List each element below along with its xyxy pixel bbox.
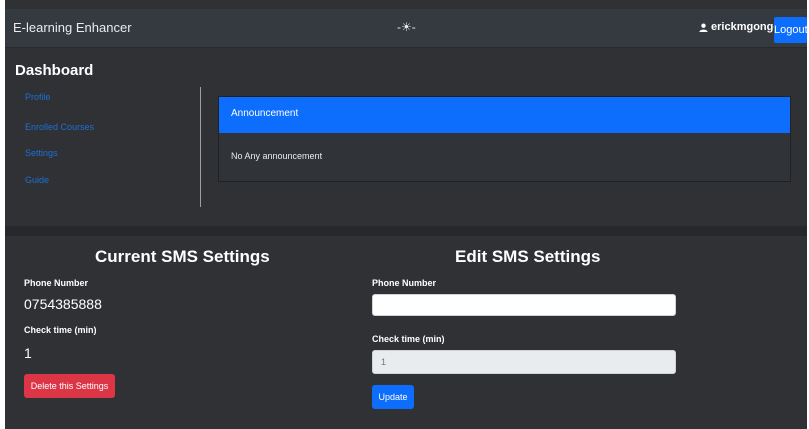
- current-phone-label: Phone Number: [24, 278, 89, 288]
- current-time-label: Check time (min): [24, 325, 97, 335]
- announcement-title: Announcement: [231, 108, 299, 119]
- logout-button[interactable]: Logout: [774, 17, 808, 43]
- sidebar-link-settings[interactable]: Settings: [25, 148, 58, 158]
- edit-sms-title: Edit SMS Settings: [455, 247, 601, 266]
- current-phone-value: 0754385888: [24, 296, 102, 312]
- current-time-value: 1: [24, 345, 32, 361]
- username: erickmgongo: [711, 21, 781, 33]
- section-divider: [5, 226, 807, 236]
- navbar: E-learning Enhancer -☀- erickmgongo Logo…: [5, 9, 808, 48]
- user-icon: [699, 23, 708, 32]
- delete-settings-button[interactable]: Delete this Settings: [24, 374, 115, 398]
- brand-title[interactable]: E-learning Enhancer: [13, 20, 132, 35]
- current-sms-title: Current SMS Settings: [95, 247, 270, 266]
- sidebar-link-profile[interactable]: Profile: [25, 92, 51, 102]
- announcement-header: Announcement: [219, 97, 790, 133]
- phone-number-input[interactable]: [372, 294, 676, 316]
- edit-phone-label: Phone Number: [372, 278, 437, 288]
- announcement-body: No Any announcement: [231, 151, 323, 161]
- dashboard-title: Dashboard: [15, 62, 94, 79]
- sidebar-link-enrolled-courses[interactable]: Enrolled Courses: [25, 122, 94, 132]
- user-menu[interactable]: erickmgongo: [699, 21, 780, 33]
- app-frame: E-learning Enhancer -☀- erickmgongo Logo…: [5, 0, 808, 429]
- update-button[interactable]: Update: [372, 385, 414, 409]
- sun-icon[interactable]: -☀-: [397, 20, 416, 34]
- sidebar-divider: [200, 87, 201, 207]
- edit-time-label: Check time (min): [372, 334, 445, 344]
- check-time-input[interactable]: [372, 350, 676, 374]
- sidebar-link-guide[interactable]: Guide: [25, 175, 49, 185]
- announcement-card: Announcement No Any announcement: [218, 96, 791, 182]
